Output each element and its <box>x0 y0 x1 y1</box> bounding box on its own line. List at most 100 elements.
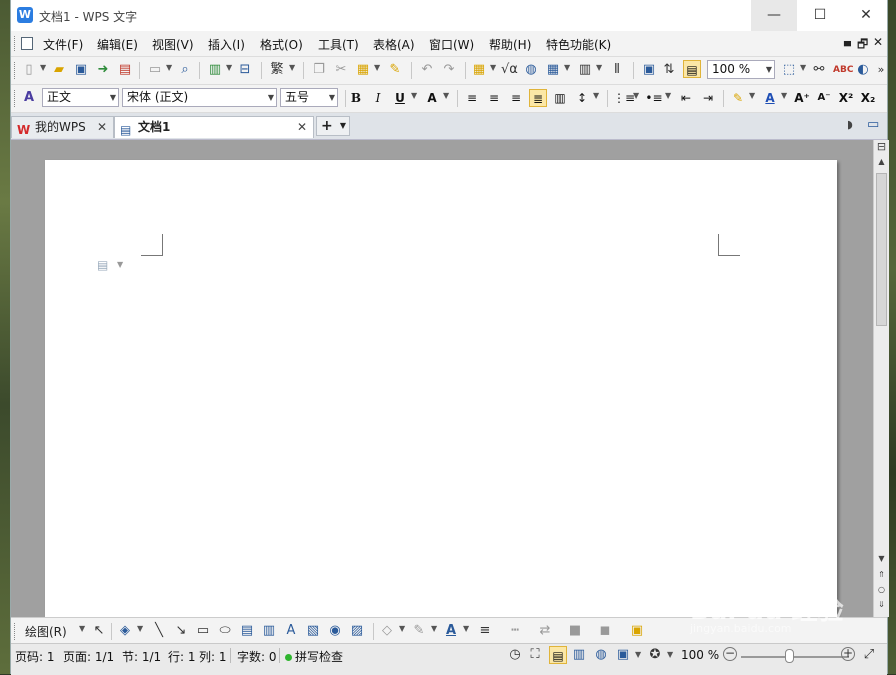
styles-icon[interactable]: A <box>21 90 37 106</box>
menu-tools[interactable]: 工具(T) <box>318 36 359 53</box>
maximize-button[interactable]: ☐ <box>797 0 843 31</box>
text-box-icon[interactable]: ▤ <box>239 623 255 639</box>
line-spacing-dropdown-icon[interactable]: ▼ <box>593 91 599 100</box>
traditional-dropdown-icon[interactable]: ▼ <box>289 63 295 72</box>
paragraph-layout-icon[interactable]: ▤ <box>97 258 108 272</box>
toolbar-grip[interactable] <box>14 623 18 640</box>
columns-icon[interactable]: ▥ <box>577 62 593 78</box>
menu-grip[interactable] <box>14 36 18 51</box>
autoshapes-icon[interactable]: ◈ <box>117 623 133 639</box>
undo-icon[interactable]: ↶ <box>419 62 435 78</box>
redo-icon[interactable]: ↷ <box>441 62 457 78</box>
autoshapes-dropdown-icon[interactable]: ▼ <box>137 624 143 633</box>
menu-format[interactable]: 格式(O) <box>260 36 303 53</box>
status-zoom-level[interactable]: 100 % <box>681 648 719 662</box>
scrollbar-thumb[interactable] <box>876 173 887 326</box>
hyperlink-icon[interactable]: ◍ <box>523 62 539 78</box>
line-spacing-icon[interactable]: ↕ <box>573 89 591 107</box>
toolbar-overflow-icon[interactable]: » <box>873 62 889 78</box>
select-objects-icon[interactable]: ↖ <box>91 623 107 639</box>
text-direction-icon[interactable]: ⫴ <box>609 62 625 78</box>
picture-icon[interactable]: ▨ <box>349 623 365 639</box>
zoom-dropdown-icon[interactable]: ▼ <box>766 61 772 78</box>
open-folder-icon[interactable]: ▰ <box>51 62 67 78</box>
subscript-icon[interactable]: X₂ <box>859 89 877 107</box>
shadow-style-icon[interactable]: ■ <box>567 623 583 639</box>
select-icon[interactable]: ⬚ <box>781 62 797 78</box>
page-layout-icon[interactable]: ⊟ <box>237 62 253 78</box>
share-dropdown-icon[interactable]: ▼ <box>226 63 232 72</box>
font-dropdown-icon[interactable]: ▼ <box>268 89 274 106</box>
doc-close-icon[interactable]: ✕ <box>873 35 883 49</box>
rectangle-icon[interactable]: ▭ <box>195 623 211 639</box>
bold-button[interactable]: B <box>347 89 365 107</box>
menu-view[interactable]: 视图(V) <box>152 36 194 53</box>
zoom-in-button[interactable]: + <box>841 647 855 661</box>
document-workspace[interactable]: ▤ ▼ <box>11 140 873 617</box>
paragraph-dropdown-icon[interactable]: ▼ <box>117 260 123 269</box>
text-effects-icon[interactable]: A <box>423 89 441 107</box>
font-size-combo[interactable]: 五号 ▼ <box>280 88 338 107</box>
full-screen-icon[interactable]: ⛶ <box>527 647 543 663</box>
grow-font-icon[interactable]: A⁺ <box>793 89 811 107</box>
line-color-dropdown-icon[interactable]: ▼ <box>431 624 437 633</box>
scroll-down-arrow-icon[interactable]: ▼ <box>875 552 888 566</box>
diagram-icon[interactable]: ▧ <box>305 623 321 639</box>
history-icon[interactable]: ◷ <box>507 647 523 663</box>
protect-icon[interactable]: ✪ <box>647 647 663 663</box>
arrow-style-icon[interactable]: ⇄ <box>537 623 553 639</box>
paste-icon[interactable]: ▦ <box>355 62 371 78</box>
page-view-icon[interactable]: ▤ <box>549 646 567 664</box>
menu-window[interactable]: 窗口(W) <box>429 36 474 53</box>
show-marks-icon[interactable]: ⇅ <box>661 62 677 78</box>
reading-view-icon[interactable]: ▣ <box>615 647 631 663</box>
next-page-icon[interactable]: ⇓ <box>875 598 888 612</box>
size-dropdown-icon[interactable]: ▼ <box>329 89 335 106</box>
shape-arrange-icon[interactable]: ▣ <box>629 623 645 639</box>
new-tab-dropdown-icon[interactable]: ▼ <box>340 117 346 135</box>
numbering-icon[interactable]: ⋮≡ <box>613 89 635 107</box>
online-icon[interactable]: ◐ <box>855 62 871 78</box>
export-pdf-icon[interactable]: ▤ <box>117 62 133 78</box>
toolbar-grip[interactable] <box>14 90 18 107</box>
effects-dropdown-icon[interactable]: ▼ <box>443 91 449 100</box>
shrink-font-icon[interactable]: A⁻ <box>815 89 833 107</box>
toolbar-grip[interactable] <box>14 62 18 79</box>
grid-dropdown-icon[interactable]: ▼ <box>564 63 570 72</box>
reading-mode-icon[interactable]: ▤ <box>683 60 701 78</box>
doc-restore-icon[interactable]: 🗗 <box>857 35 868 56</box>
tab-close-icon[interactable]: ✕ <box>97 117 107 137</box>
menu-file[interactable]: 文件(F) <box>43 36 83 53</box>
previous-page-icon[interactable]: ⇑ <box>875 568 888 582</box>
scroll-up-arrow-icon[interactable]: ▲ <box>875 155 888 169</box>
italic-button[interactable]: I <box>369 89 387 107</box>
vertical-text-box-icon[interactable]: ▥ <box>261 623 277 639</box>
fill-dropdown-icon[interactable]: ▼ <box>399 624 405 633</box>
ellipse-icon[interactable]: ⬭ <box>217 623 233 639</box>
tab-close-icon[interactable]: ✕ <box>297 117 307 137</box>
menu-help[interactable]: 帮助(H) <box>489 36 531 53</box>
arrow-icon[interactable]: ↘ <box>173 623 189 639</box>
paste-dropdown-icon[interactable]: ▼ <box>374 63 380 72</box>
share-icon[interactable]: ▥ <box>207 62 223 78</box>
decrease-indent-icon[interactable]: ⇤ <box>677 89 695 107</box>
spell-check-icon[interactable]: ABC <box>833 62 853 78</box>
ruler-toggle-icon[interactable]: ⊟ <box>875 140 888 154</box>
bullets-dropdown-icon[interactable]: ▼ <box>665 91 671 100</box>
export-icon[interactable]: ➜ <box>95 62 111 78</box>
find-icon[interactable]: ⚯ <box>811 62 827 78</box>
justify-icon[interactable]: ≣ <box>529 89 547 107</box>
view-dropdown-icon[interactable]: ▼ <box>635 650 641 659</box>
copy-icon[interactable]: ❐ <box>311 62 327 78</box>
formula-icon[interactable]: √α <box>501 62 518 78</box>
protect-dropdown-icon[interactable]: ▼ <box>667 650 673 659</box>
web-view-icon[interactable]: ◍ <box>593 647 609 663</box>
zoom-slider-thumb[interactable] <box>785 649 794 663</box>
document-page[interactable]: ▤ ▼ <box>45 160 837 617</box>
format-painter-icon[interactable]: ✎ <box>387 62 403 78</box>
highlight-icon[interactable]: ✎ <box>729 89 747 107</box>
outline-view-icon[interactable]: ▥ <box>571 647 587 663</box>
table-grid-icon[interactable]: ▦ <box>545 62 561 78</box>
save-icon[interactable]: ▣ <box>73 62 89 78</box>
zoom-combo[interactable]: 100 % ▼ <box>707 60 775 79</box>
